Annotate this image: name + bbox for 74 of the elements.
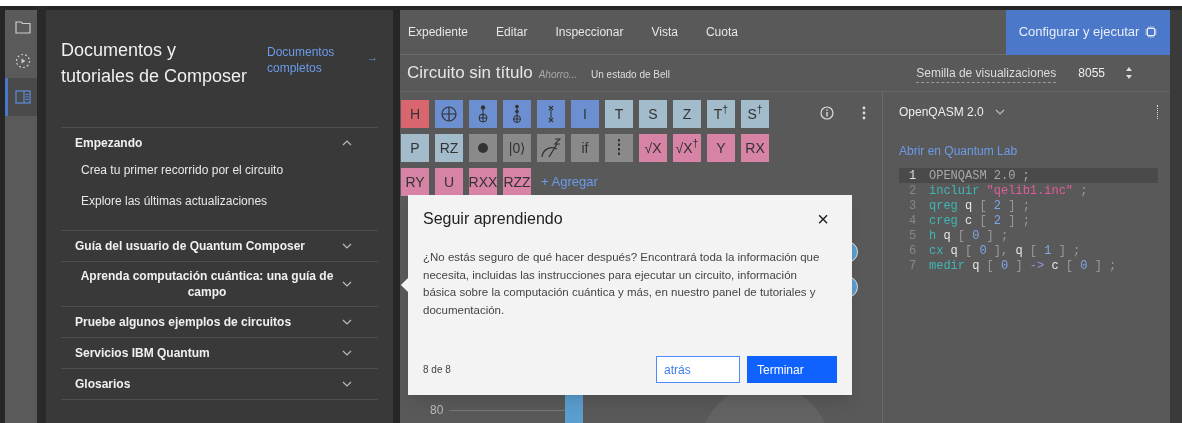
step-counter: 8 de 8 (423, 363, 452, 377)
book-icon (14, 90, 31, 104)
gate-tile[interactable]: RXX (469, 168, 497, 196)
gate-tile[interactable]: H (401, 100, 429, 128)
gate-tile[interactable]: P (401, 134, 429, 162)
gate-tile[interactable]: Z (673, 100, 701, 128)
back-button[interactable]: atrás (656, 356, 740, 383)
accordion-header[interactable]: Pruebe algunos ejemplos de circuitos (61, 307, 378, 337)
gate-tile[interactable] (435, 100, 463, 128)
accordion-header[interactable]: Glosarios (61, 369, 378, 399)
gate-tile[interactable]: U (435, 168, 463, 196)
code-line: creg c [ 2 ] ; (929, 212, 1030, 230)
menu-item[interactable]: Editar (482, 23, 542, 41)
gate-tile[interactable]: RX (741, 134, 769, 162)
menu-item[interactable]: Vista (637, 23, 692, 41)
menu-item[interactable]: Inspeccionar (541, 23, 638, 41)
code-line: medir q [ 0 ] -> c [ 0 ] ; (929, 257, 1117, 275)
gate-tile[interactable] (469, 100, 497, 128)
code-line: qreg q [ 2 ] ; (929, 197, 1030, 215)
accordion-header[interactable]: Aprenda computación cuántica: una guía de campo (61, 262, 378, 306)
close-button[interactable]: × (817, 209, 837, 229)
line-number: 1 (908, 167, 918, 185)
gate-tile[interactable]: I (571, 100, 599, 128)
overflow-menu-icon[interactable] (1154, 105, 1158, 119)
stepper-icon[interactable] (1125, 66, 1133, 80)
menu-item[interactable]: Cuota (691, 23, 752, 41)
gate-tile[interactable]: √X$^{†}$ (673, 134, 701, 162)
code-line: h q [ 0 ] ; (929, 227, 1009, 245)
finish-button[interactable]: Terminar (747, 356, 837, 383)
accordion-header[interactable]: Empezando (61, 128, 378, 158)
play-icon (14, 53, 31, 69)
gauge-icon (541, 138, 561, 158)
save-status: Ahorro... (538, 68, 578, 83)
dialog-text: ¿No estás seguro de qué hacer después? Encontrará toda la información que necesita, incluidas las instrucciones para ejecutar un circuito, información básica sobre la computación cuántica y más, en nuestro panel de tutoriales y documentación. (423, 250, 821, 318)
seed-label: Semilla de visualizaciones (916, 63, 1057, 83)
gate-tile[interactable]: S$^{†}$ (741, 100, 769, 128)
gate-tile[interactable]: Y (707, 134, 735, 162)
run-button[interactable]: Configurar y ejecutar (1006, 9, 1170, 55)
code-line: OPENQASM 2.0 ; (929, 167, 1030, 185)
info-icon[interactable] (820, 106, 834, 120)
gate-tile[interactable]: √X (639, 134, 667, 162)
gate-tile[interactable]: S (639, 100, 667, 128)
docs-link[interactable]: Explore las últimas actualizaciones (81, 192, 378, 210)
dialog-title: Seguir aprendiendo (423, 209, 563, 229)
folder-icon (14, 20, 31, 34)
gate-tile[interactable]: if (571, 134, 599, 162)
accordion-header[interactable]: Servicios IBM Quantum (61, 338, 378, 368)
docs-link[interactable]: Crea tu primer recorrido por el circuito (81, 161, 378, 179)
gate-tile[interactable]: |0⟩ (503, 134, 531, 162)
docs-link[interactable]: Documentos completos → (267, 44, 378, 76)
seed-value[interactable]: 8055 (1078, 64, 1105, 82)
circuit-title[interactable]: Circuito sin título (407, 60, 533, 86)
plus-circle-icon (439, 104, 459, 124)
gate-tile[interactable] (537, 134, 565, 162)
gate-tile[interactable]: RZ (435, 134, 463, 162)
code-line: cx q [ 0 ], q [ 1 ] ; (929, 242, 1081, 260)
accordion-header[interactable]: Guía del usuario de Quantum Composer (61, 231, 378, 261)
gate-tile[interactable] (469, 134, 497, 162)
overflow-menu-icon[interactable] (862, 106, 866, 120)
gate-tile[interactable] (605, 134, 633, 162)
code-line: incluir "qelib1.inc" ; (929, 182, 1088, 200)
gate-tile[interactable]: RZZ (503, 168, 531, 196)
gate-tile[interactable]: RY (401, 168, 429, 196)
gate-tile[interactable] (537, 100, 565, 128)
chip-icon (1145, 26, 1158, 38)
gate-tile[interactable] (503, 100, 531, 128)
barrier-icon (617, 138, 621, 158)
axis-tick-label: 80 (430, 402, 444, 419)
menu-item[interactable]: Expediente (407, 23, 483, 41)
panel-title: Documentos y tutoriales de Composer (61, 39, 249, 88)
circuit-description: Un estado de Bell (591, 68, 670, 83)
gate-tile[interactable]: T (605, 100, 633, 128)
language-dropdown[interactable]: OpenQASM 2.0 (899, 103, 1006, 121)
gate-tile[interactable]: T$^{†}$ (707, 100, 735, 128)
